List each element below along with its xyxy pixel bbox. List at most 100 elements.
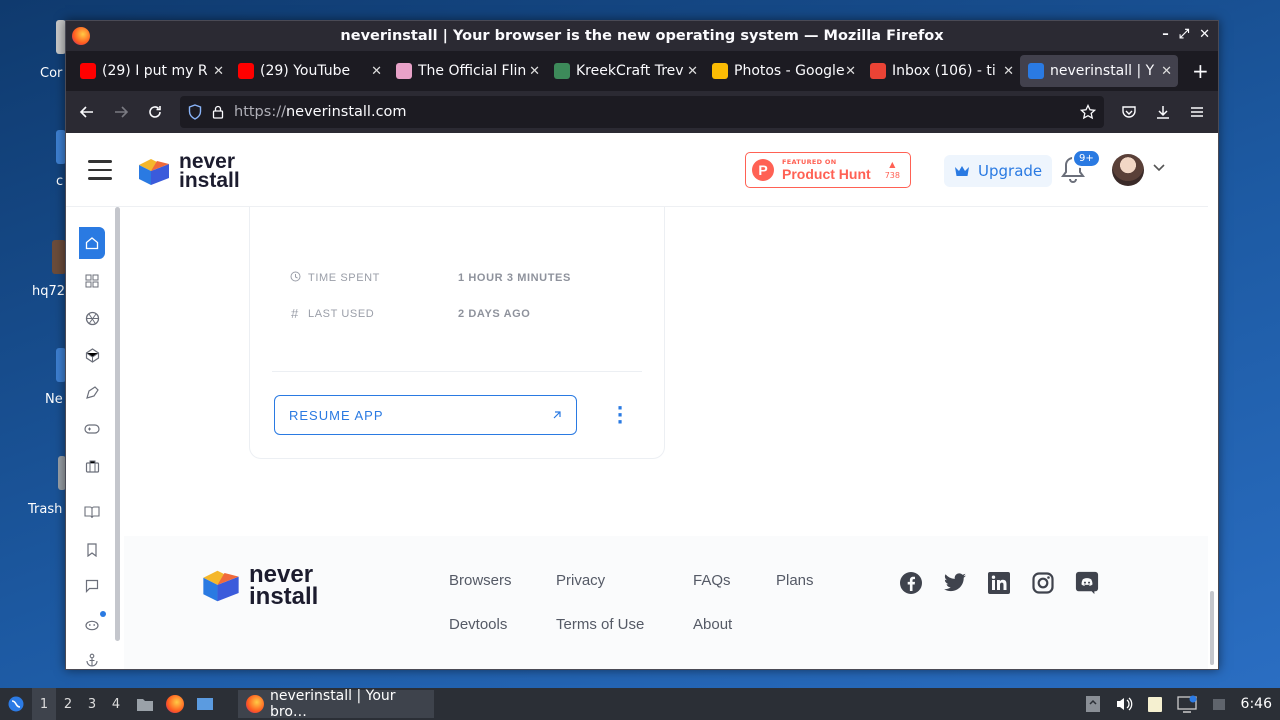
sidebar-item-home[interactable] — [79, 227, 105, 259]
network-icon[interactable] — [1176, 695, 1197, 713]
browser-tab[interactable]: Inbox (106) - ti ✕ — [862, 55, 1020, 87]
tab-close-icon[interactable]: ✕ — [845, 64, 856, 79]
minimize-button[interactable]: – — [1162, 27, 1169, 42]
footer-link-about[interactable]: About — [693, 616, 732, 633]
url-bar[interactable]: https://neverinstall.com — [180, 96, 1104, 128]
reload-button[interactable] — [140, 97, 170, 127]
sidebar-item-anchor[interactable] — [80, 648, 104, 669]
sidebar-item-reddit[interactable] — [80, 611, 106, 636]
linkedin-icon[interactable] — [987, 571, 1011, 595]
menu-button[interactable] — [1182, 97, 1212, 127]
browser-tab[interactable]: (29) YouTube ✕ — [230, 55, 388, 87]
gamepad-icon — [84, 424, 100, 434]
sidebar-item-work[interactable] — [80, 454, 104, 478]
sidebar-item-docs[interactable] — [80, 500, 104, 524]
sidebar-item-browsers[interactable] — [80, 306, 104, 330]
file-manager-launcher[interactable] — [130, 688, 160, 720]
browser-tab[interactable]: (29) I put my R ✕ — [72, 55, 230, 87]
app-sidebar — [66, 207, 124, 669]
upgrade-button[interactable]: Upgrade — [944, 155, 1053, 187]
tab-close-icon[interactable]: ✕ — [1003, 64, 1014, 79]
start-menu-button[interactable] — [0, 688, 32, 720]
pocket-button[interactable] — [1114, 97, 1144, 127]
browser-tab[interactable]: The Official Flin ✕ — [388, 55, 546, 87]
tab-close-icon[interactable]: ✕ — [371, 64, 382, 79]
workspace-button[interactable]: 3 — [80, 688, 104, 720]
browser-tab[interactable]: neverinstall | Y ✕ — [1020, 55, 1178, 87]
upgrade-label: Upgrade — [978, 162, 1043, 180]
tab-close-icon[interactable]: ✕ — [529, 64, 540, 79]
browser-tab[interactable]: KreekCraft Trev ✕ — [546, 55, 704, 87]
product-hunt-badge[interactable]: P FEATURED ON Product Hunt ▲ 738 — [745, 152, 911, 188]
instagram-icon[interactable] — [1031, 571, 1055, 595]
resume-app-button[interactable]: RESUME APP — [274, 395, 577, 435]
battery-icon[interactable] — [1211, 695, 1227, 713]
desktop-icon-computer[interactable]: Cor — [0, 20, 66, 81]
browser-tab[interactable]: Photos - Google ✕ — [704, 55, 862, 87]
tab-close-icon[interactable]: ✕ — [213, 64, 224, 79]
bookmark-star-icon[interactable] — [1080, 104, 1096, 120]
forward-button[interactable] — [106, 97, 136, 127]
maximize-button[interactable]: ⤢ — [1179, 27, 1189, 42]
footer-link-faqs[interactable]: FAQs — [693, 572, 731, 589]
footer-link-terms[interactable]: Terms of Use — [556, 616, 644, 633]
clock[interactable]: 6:46 — [1241, 696, 1272, 712]
footer-logo[interactable]: never install — [201, 563, 318, 608]
home-icon — [85, 237, 99, 250]
folder-icon — [137, 699, 153, 711]
desktop-icon-folder[interactable]: c — [0, 130, 66, 189]
downloads-button[interactable] — [1148, 97, 1178, 127]
desktop-icon-label: hq72 — [32, 284, 66, 299]
browser-window: neverinstall | Your browser is the new o… — [65, 20, 1219, 670]
neverinstall-logo[interactable]: never install — [137, 151, 240, 191]
sidebar-toggle-button[interactable] — [88, 160, 112, 186]
tab-label: neverinstall | Y — [1050, 63, 1155, 79]
back-button[interactable] — [72, 97, 102, 127]
clipboard-icon[interactable] — [1085, 695, 1101, 713]
volume-icon[interactable] — [1115, 696, 1133, 712]
more-options-button[interactable]: · · · — [615, 400, 625, 432]
sidebar-item-design[interactable] — [80, 380, 104, 404]
page-scrollbar[interactable] — [1210, 591, 1214, 665]
window-titlebar[interactable]: neverinstall | Your browser is the new o… — [66, 21, 1218, 51]
desktop-icon-trash[interactable]: Trash — [0, 456, 66, 517]
footer-link-plans[interactable]: Plans — [776, 572, 814, 589]
firefox-icon — [72, 27, 90, 45]
aperture-icon — [85, 311, 99, 325]
avatar[interactable] — [1112, 154, 1144, 186]
tab-label: KreekCraft Trev — [576, 63, 684, 79]
sidebar-item-bookmarks[interactable] — [80, 538, 104, 562]
firefox-launcher[interactable] — [160, 688, 190, 720]
footer-link-devtools[interactable]: Devtools — [449, 616, 507, 633]
chevron-down-icon[interactable] — [1153, 161, 1165, 175]
desktop-icon-label: Ne — [45, 392, 63, 407]
workspace-button[interactable]: 2 — [56, 688, 80, 720]
footer-link-browsers[interactable]: Browsers — [449, 572, 512, 589]
desktop-icon-folder-ne[interactable]: Ne — [0, 348, 66, 407]
twitter-icon[interactable] — [943, 571, 967, 595]
crown-icon — [955, 166, 969, 176]
lock-icon[interactable] — [212, 105, 224, 119]
show-desktop-launcher[interactable] — [190, 688, 220, 720]
reddit-icon — [85, 620, 99, 631]
neverinstall-logo-icon — [203, 570, 239, 601]
workspace-button[interactable]: 4 — [104, 688, 128, 720]
sidebar-item-devtools[interactable] — [80, 343, 104, 367]
page-footer: never install Browsers Privacy FAQs Plans… — [124, 536, 1208, 669]
notes-icon[interactable] — [1147, 695, 1163, 713]
workspace-button[interactable]: 1 — [32, 688, 56, 720]
discord-icon[interactable] — [1075, 571, 1099, 595]
sidebar-item-games[interactable] — [80, 417, 104, 441]
sidebar-item-apps[interactable] — [80, 269, 104, 293]
taskbar-window-firefox[interactable]: neverinstall | Your bro… — [238, 688, 434, 720]
shield-icon[interactable] — [188, 104, 202, 120]
tab-close-icon[interactable]: ✕ — [1161, 64, 1172, 79]
footer-link-privacy[interactable]: Privacy — [556, 572, 605, 589]
facebook-icon[interactable] — [899, 571, 923, 595]
sidebar-item-messages[interactable] — [80, 574, 104, 598]
tab-close-icon[interactable]: ✕ — [687, 64, 698, 79]
close-button[interactable]: ✕ — [1199, 27, 1210, 42]
desktop-icon-image[interactable]: hq72 — [0, 240, 66, 299]
sidebar-scrollbar[interactable] — [115, 207, 120, 641]
new-tab-button[interactable]: + — [1192, 59, 1209, 83]
